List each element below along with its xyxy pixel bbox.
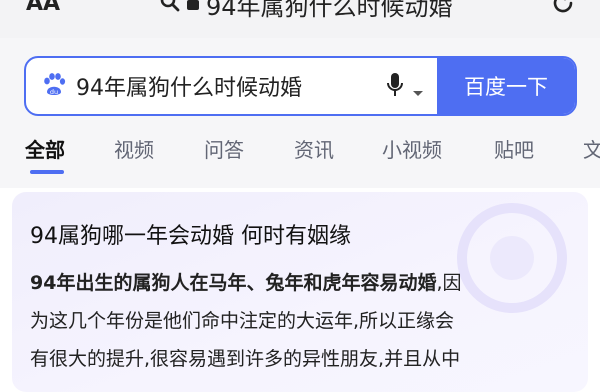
lock-icon — [186, 0, 200, 15]
tab-wenku[interactable]: 文 — [583, 134, 600, 163]
search-box[interactable]: du 94年属狗什么时候动婚 百度一下 — [24, 56, 577, 116]
svg-text:du: du — [50, 88, 58, 96]
result-line-1-rest: ,因 — [436, 272, 462, 294]
tab-all[interactable]: 全部 — [25, 134, 65, 163]
browser-address-bar: AA 94年属狗什么时候动婚 — [0, 0, 600, 39]
microphone-icon[interactable] — [386, 72, 404, 102]
result-line-1: 94年出生的属狗人在马年、兔年和虎年容易动婚,因 — [30, 268, 462, 295]
tab-qa[interactable]: 问答 — [204, 134, 244, 163]
chevron-down-icon[interactable] — [412, 83, 424, 102]
result-line-3: 有很大的提升,很容易遇到许多的异性朋友,并且从中 — [30, 348, 461, 370]
result-line-2: 为这几个年份是他们命中注定的大运年,所以正缘会 — [30, 310, 455, 332]
search-icon — [160, 0, 180, 16]
search-input[interactable]: 94年属狗什么时候动婚 — [76, 70, 302, 102]
result-emphasis: 94年出生的属狗人在马年、兔年和虎年容易动婚 — [30, 272, 437, 294]
tab-tieba[interactable]: 贴吧 — [494, 134, 534, 163]
tab-video[interactable]: 视频 — [114, 134, 154, 163]
baidu-paw-icon: du — [42, 72, 66, 102]
active-tab-indicator — [30, 170, 64, 174]
url-text: 94年属狗什么时候动婚 — [206, 0, 453, 21]
tab-short-video[interactable]: 小视频 — [382, 134, 442, 163]
tab-news[interactable]: 资讯 — [294, 134, 334, 163]
text-size-button[interactable]: AA — [26, 0, 60, 16]
search-submit-button[interactable]: 百度一下 — [437, 58, 575, 114]
url-field[interactable]: 94年属狗什么时候动婚 — [160, 0, 453, 21]
search-tabs: 全部 视频 问答 资讯 小视频 贴吧 文 — [0, 134, 600, 174]
result-title[interactable]: 94属狗哪一年会动婚 何时有姻缘 — [30, 218, 351, 250]
watermark-icon — [452, 198, 572, 322]
search-header: du 94年属狗什么时候动婚 百度一下 全部 视频 问答 资讯 小视频 贴吧 文 — [0, 38, 600, 188]
reload-icon[interactable] — [550, 0, 576, 20]
result-card[interactable]: 94属狗哪一年会动婚 何时有姻缘 94年出生的属狗人在马年、兔年和虎年容易动婚,… — [12, 192, 588, 392]
